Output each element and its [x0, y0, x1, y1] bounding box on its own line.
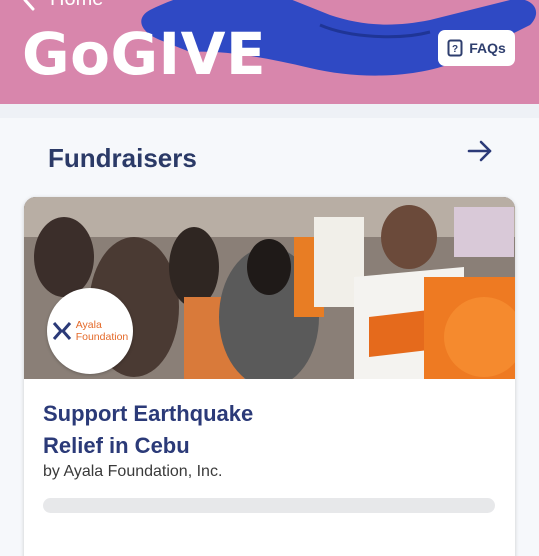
back-link[interactable]: Home: [22, 0, 103, 11]
arrow-right-icon[interactable]: [466, 139, 494, 163]
fundraiser-organizer: by Ayala Foundation, Inc.: [43, 463, 223, 480]
ayala-x-icon: [52, 322, 71, 340]
faqs-label: FAQs: [469, 40, 506, 56]
funding-progress-bar: [43, 498, 495, 513]
svg-text:?: ?: [452, 44, 458, 55]
app-logo: GoGIVE: [22, 20, 267, 88]
fundraiser-card[interactable]: [24, 197, 515, 556]
fundraiser-title-line1: Support Earthquake: [43, 401, 254, 426]
section-title: Fundraisers: [48, 143, 197, 173]
question-book-icon: ?: [447, 39, 463, 57]
badge-line1: Ayala: [75, 319, 102, 331]
faqs-button[interactable]: ? FAQs: [438, 30, 515, 66]
organization-logo: Ayala Foundation: [47, 288, 133, 374]
app-header: Home GoGIVE ? FAQs: [0, 0, 539, 104]
fundraiser-title[interactable]: Support Earthquake Relief in Cebu: [43, 398, 343, 462]
fundraiser-title-line2: Relief in Cebu: [43, 433, 190, 458]
badge-line2: Foundation: [75, 331, 129, 343]
back-label: Home: [50, 0, 103, 11]
chevron-left-icon: [23, 0, 35, 10]
